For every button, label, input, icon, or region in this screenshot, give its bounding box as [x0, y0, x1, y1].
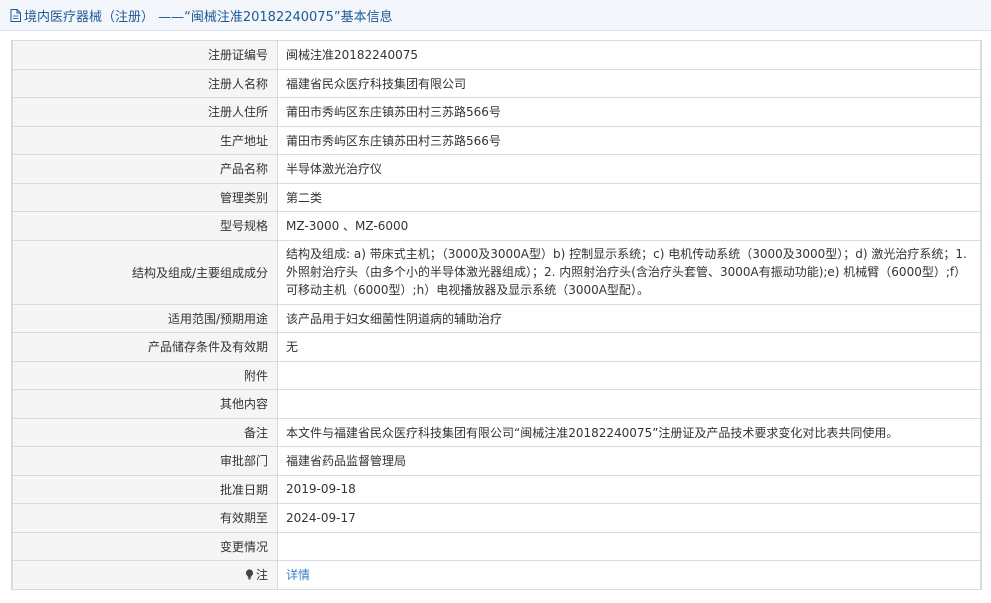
row-value-management-category: 第二类 — [277, 182, 981, 212]
row-value-product-name: 半导体激光治疗仪 — [277, 154, 981, 184]
table-row: 注册人住所 莆田市秀屿区东庄镇苏田村三苏路566号 — [12, 97, 981, 127]
info-panel: 注册证编号 闽械注准20182240075 注册人名称 福建省民众医疗科技集团有… — [11, 40, 982, 590]
row-value-other-content — [277, 389, 981, 419]
table-row: 结构及组成/主要组成成分 结构及组成: a) 带床式主机；（3000及3000A… — [12, 239, 981, 305]
page-title-text: 境内医疗器械（注册） ——“闽械注准20182240075”基本信息 — [24, 9, 393, 25]
row-label-change-status: 变更情况 — [12, 531, 278, 561]
row-value-approval-date: 2019-09-18 — [277, 474, 981, 504]
row-label-approval-department: 审批部门 — [12, 446, 278, 476]
table-row: 产品储存条件及有效期 无 — [12, 332, 981, 362]
row-label-attachment: 附件 — [12, 360, 278, 390]
row-value-note: 详情 — [277, 560, 981, 590]
row-value-registrant-name: 福建省民众医疗科技集团有限公司 — [277, 68, 981, 98]
table-row: 备注 本文件与福建省民众医疗科技集团有限公司“闽械注准20182240075”注… — [12, 417, 981, 447]
document-icon — [10, 8, 21, 22]
row-value-model-spec: MZ-3000 、MZ-6000 — [277, 211, 981, 241]
row-value-structure-composition: 结构及组成: a) 带床式主机；（3000及3000A型）b) 控制显示系统；c… — [277, 239, 981, 305]
page-title: 境内医疗器械（注册） ——“闽械注准20182240075”基本信息 — [10, 6, 393, 25]
table-row: 有效期至 2024-09-17 — [12, 503, 981, 533]
lightbulb-icon — [245, 569, 254, 580]
table-row: 注 详情 — [12, 560, 981, 590]
row-label-approval-date: 批准日期 — [12, 474, 278, 504]
row-value-intended-use: 该产品用于妇女细菌性阴道病的辅助治疗 — [277, 303, 981, 333]
table-row: 生产地址 莆田市秀屿区东庄镇苏田村三苏路566号 — [12, 125, 981, 155]
row-label-registration-number: 注册证编号 — [12, 40, 278, 70]
table-row: 审批部门 福建省药品监督管理局 — [12, 446, 981, 476]
row-label-registrant-name: 注册人名称 — [12, 68, 278, 98]
row-label-model-spec: 型号规格 — [12, 211, 278, 241]
table-row: 注册人名称 福建省民众医疗科技集团有限公司 — [12, 68, 981, 98]
row-value-valid-until: 2024-09-17 — [277, 503, 981, 533]
row-label-registrant-address: 注册人住所 — [12, 97, 278, 127]
table-row: 变更情况 — [12, 531, 981, 561]
table-row: 附件 — [12, 360, 981, 390]
row-label-other-content: 其他内容 — [12, 389, 278, 419]
info-table: 注册证编号 闽械注准20182240075 注册人名称 福建省民众医疗科技集团有… — [12, 40, 981, 590]
row-value-approval-department: 福建省药品监督管理局 — [277, 446, 981, 476]
row-value-registrant-address: 莆田市秀屿区东庄镇苏田村三苏路566号 — [277, 97, 981, 127]
table-row: 适用范围/预期用途 该产品用于妇女细菌性阴道病的辅助治疗 — [12, 303, 981, 333]
row-label-remarks: 备注 — [12, 417, 278, 447]
table-row: 型号规格 MZ-3000 、MZ-6000 — [12, 211, 981, 241]
details-link[interactable]: 详情 — [286, 568, 310, 582]
note-label: 注 — [255, 568, 268, 583]
row-value-attachment — [277, 360, 981, 390]
row-label-intended-use: 适用范围/预期用途 — [12, 303, 278, 333]
row-label-management-category: 管理类别 — [12, 182, 278, 212]
row-label-storage-validity: 产品储存条件及有效期 — [12, 332, 278, 362]
row-value-storage-validity: 无 — [277, 332, 981, 362]
table-row: 其他内容 — [12, 389, 981, 419]
page-header: 境内医疗器械（注册） ——“闽械注准20182240075”基本信息 — [0, 0, 991, 31]
row-label-note: 注 — [12, 560, 278, 590]
row-value-remarks: 本文件与福建省民众医疗科技集团有限公司“闽械注准20182240075”注册证及… — [277, 417, 981, 447]
row-value-change-status — [277, 531, 981, 561]
table-row: 批准日期 2019-09-18 — [12, 474, 981, 504]
row-label-structure-composition: 结构及组成/主要组成成分 — [12, 239, 278, 305]
row-value-registration-number: 闽械注准20182240075 — [277, 40, 981, 70]
row-label-valid-until: 有效期至 — [12, 503, 278, 533]
row-label-production-address: 生产地址 — [12, 125, 278, 155]
row-label-product-name: 产品名称 — [12, 154, 278, 184]
table-row: 管理类别 第二类 — [12, 182, 981, 212]
table-row: 产品名称 半导体激光治疗仪 — [12, 154, 981, 184]
table-row: 注册证编号 闽械注准20182240075 — [12, 40, 981, 70]
row-value-production-address: 莆田市秀屿区东庄镇苏田村三苏路566号 — [277, 125, 981, 155]
